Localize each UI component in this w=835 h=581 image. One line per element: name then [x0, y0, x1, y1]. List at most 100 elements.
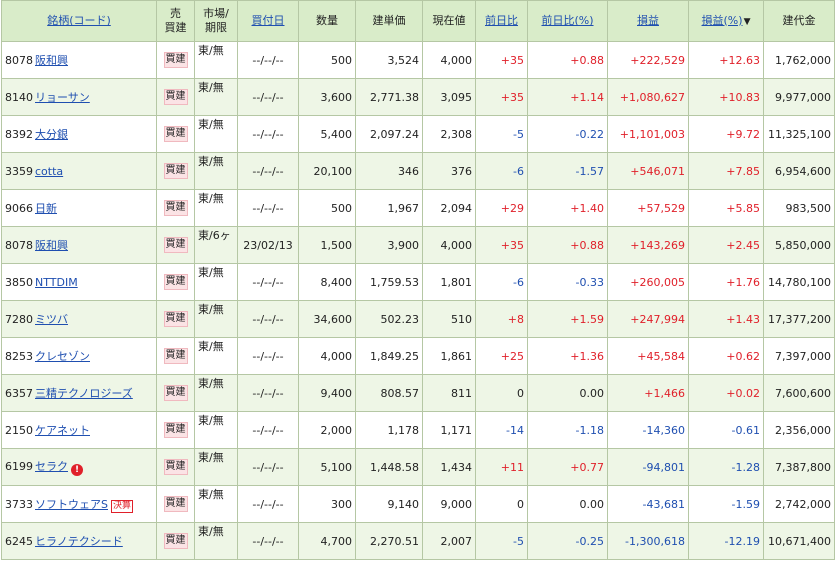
cell-profit-pct: +10.83 — [688, 78, 764, 116]
stock-name-link[interactable]: NTTDIM — [35, 276, 78, 289]
cell-side: 買建 — [156, 115, 195, 153]
cell-name-code: 6357 三精テクノロジーズ — [1, 374, 157, 412]
stock-name-link[interactable]: 日新 — [35, 202, 57, 215]
cell-buy-date: --/--/-- — [237, 337, 299, 375]
stock-name-link[interactable]: クレセゾン — [35, 350, 90, 363]
cell-day-change: 0 — [475, 374, 528, 412]
cell-market: 東/無 — [194, 374, 238, 412]
stock-code: 6199 — [5, 460, 33, 473]
stock-name-link[interactable]: ソフトウェアS — [35, 498, 108, 511]
cell-name-code: 8140 リョーサン — [1, 78, 157, 116]
cell-profit: +1,466 — [607, 374, 689, 412]
stock-name-link[interactable]: リョーサン — [35, 91, 90, 104]
cell-side: 買建 — [156, 374, 195, 412]
table-row: 6199 セラク! 買建 東/無 --/--/-- 5,100 1,448.58 1,434 +… — [1, 448, 835, 486]
cell-day-change-pct: +1.36 — [527, 337, 608, 375]
table-row: 6245 ヒラノテクシード 買建 東/無 --/--/-- 4,700 2,270.51 2,… — [1, 522, 835, 560]
col-header-day-change-pct[interactable]: 前日比(%) — [527, 0, 608, 42]
buy-position-badge: 買建 — [163, 348, 188, 364]
stock-name-link[interactable]: 阪和興 — [35, 239, 68, 252]
cell-book-value: 2,356,000 — [763, 411, 835, 449]
stock-name-link[interactable]: 阪和興 — [35, 54, 68, 67]
col-header-day-change[interactable]: 前日比 — [475, 0, 528, 42]
cell-unit-price: 9,140 — [355, 485, 423, 523]
earnings-badge[interactable]: 決算 — [110, 499, 133, 513]
cell-profit: +143,269 — [607, 226, 689, 264]
cell-day-change: -6 — [475, 263, 528, 301]
cell-day-change: +8 — [475, 300, 528, 338]
cell-name-code: 9066 日新 — [1, 189, 157, 227]
buy-position-badge: 買建 — [163, 52, 188, 68]
stock-code: 9066 — [5, 202, 33, 215]
cell-side: 買建 — [156, 522, 195, 560]
cell-profit-pct: -0.61 — [688, 411, 764, 449]
cell-unit-price: 808.57 — [355, 374, 423, 412]
cell-day-change-pct: -1.18 — [527, 411, 608, 449]
cell-day-change: 0 — [475, 485, 528, 523]
cell-book-value: 7,600,600 — [763, 374, 835, 412]
cell-day-change-pct: -0.22 — [527, 115, 608, 153]
stock-code: 8078 — [5, 239, 33, 252]
col-header-profit[interactable]: 損益 — [607, 0, 689, 42]
buy-position-badge: 買建 — [163, 274, 188, 290]
stock-name-link[interactable]: cotta — [35, 165, 63, 178]
sort-desc-icon: ▼ — [743, 16, 751, 27]
cell-side: 買建 — [156, 337, 195, 375]
buy-position-badge: 買建 — [163, 533, 188, 549]
stock-code: 3359 — [5, 164, 33, 178]
stock-code: 2150 — [5, 424, 33, 437]
cell-name-code: 8253 クレセゾン — [1, 337, 157, 375]
cell-quantity: 500 — [298, 41, 356, 79]
cell-profit-pct: +12.63 — [688, 41, 764, 79]
cell-unit-price: 2,771.38 — [355, 78, 423, 116]
col-header-profit-pct[interactable]: 損益(%)▼ — [688, 0, 764, 42]
cell-side: 買建 — [156, 411, 195, 449]
cell-market: 東/無 — [194, 522, 238, 560]
cell-profit: +57,529 — [607, 189, 689, 227]
col-header-name-code[interactable]: 銘柄(コード) — [1, 0, 157, 42]
stock-name-link[interactable]: セラク — [35, 460, 68, 473]
stock-code: 6357 — [5, 387, 33, 400]
col-header-unit-price: 建単価 — [355, 0, 423, 42]
cell-day-change-pct: +0.77 — [527, 448, 608, 486]
stock-name-link[interactable]: ケアネット — [35, 424, 90, 437]
cell-book-value: 1,762,000 — [763, 41, 835, 79]
cell-current-price: 2,308 — [422, 115, 476, 153]
cell-buy-date: 23/02/13 — [237, 226, 299, 264]
table-row: 8392 大分銀 買建 東/無 --/--/-- 5,400 2,097.24 2,308 -5… — [1, 115, 835, 153]
table-row: 8078 阪和興 買建 東/無 --/--/-- 500 3,524 4,000 +35 +0.8… — [1, 41, 835, 79]
cell-day-change: -5 — [475, 522, 528, 560]
stock-name-link[interactable]: 大分銀 — [35, 128, 68, 141]
alert-icon[interactable]: ! — [71, 464, 83, 476]
cell-unit-price: 1,759.53 — [355, 263, 423, 301]
cell-day-change: -14 — [475, 411, 528, 449]
cell-day-change-pct: 0.00 — [527, 374, 608, 412]
stock-name-link[interactable]: 三精テクノロジーズ — [35, 387, 133, 400]
cell-profit: +1,080,627 — [607, 78, 689, 116]
cell-market: 東/6ヶ — [194, 226, 238, 264]
cell-buy-date: --/--/-- — [237, 448, 299, 486]
stock-name-link[interactable]: ミツバ — [35, 313, 68, 326]
cell-side: 買建 — [156, 226, 195, 264]
cell-day-change: +11 — [475, 448, 528, 486]
cell-book-value: 9,977,000 — [763, 78, 835, 116]
buy-position-badge: 買建 — [163, 163, 188, 179]
cell-profit-pct: +1.76 — [688, 263, 764, 301]
cell-market: 東/無 — [194, 189, 238, 227]
cell-current-price: 4,000 — [422, 41, 476, 79]
table-header-row: 銘柄(コード) 売買建 市場/期限 買付日 数量 建単価 現在値 前日比 前日比… — [1, 0, 835, 42]
col-header-buy-date[interactable]: 買付日 — [237, 0, 299, 42]
cell-side: 買建 — [156, 300, 195, 338]
cell-name-code: 6245 ヒラノテクシード — [1, 522, 157, 560]
cell-name-code: 3733 ソフトウェアS 決算 — [1, 485, 157, 523]
cell-profit: +260,005 — [607, 263, 689, 301]
cell-profit: -14,360 — [607, 411, 689, 449]
stock-name-link[interactable]: ヒラノテクシード — [35, 535, 123, 548]
buy-position-badge: 買建 — [163, 459, 188, 475]
cell-unit-price: 1,448.58 — [355, 448, 423, 486]
cell-profit-pct: -12.19 — [688, 522, 764, 560]
table-row: 6357 三精テクノロジーズ 買建 東/無 --/--/-- 9,400 808.57 811… — [1, 374, 835, 412]
buy-position-badge: 買建 — [163, 89, 188, 105]
cell-quantity: 5,400 — [298, 115, 356, 153]
cell-day-change-pct: -0.33 — [527, 263, 608, 301]
